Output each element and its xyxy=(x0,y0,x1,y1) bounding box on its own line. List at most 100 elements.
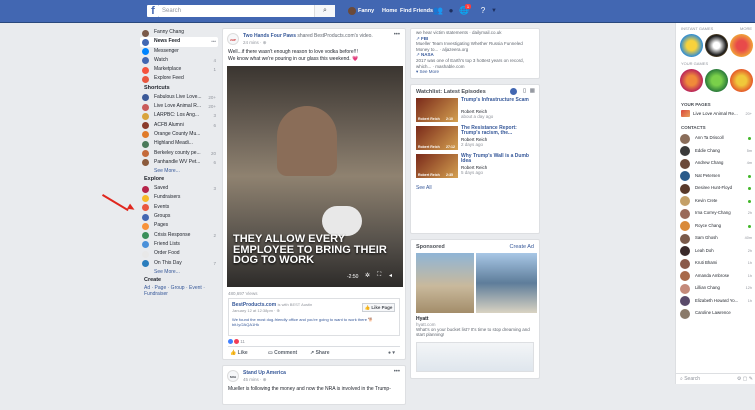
game-icon[interactable] xyxy=(705,69,728,92)
post-author[interactable]: Two Hands Four Paws shared BestProducts.… xyxy=(243,33,373,39)
help-icon[interactable]: ? xyxy=(478,6,488,16)
sidebar-profile[interactable]: Fanny Chang xyxy=(140,28,218,37)
sidebar-item-events[interactable]: Events xyxy=(140,203,218,212)
watchlist-item[interactable]: Robert Reich 2:10 Trump's Infrastructure S… xyxy=(416,97,536,123)
profile-link[interactable]: Fanny xyxy=(358,8,374,14)
shortcut-item[interactable]: Fabulous Live Love... 20+ xyxy=(140,93,218,102)
share-button[interactable]: ↗ Share xyxy=(310,350,330,356)
search-icon[interactable]: ⌕ xyxy=(314,5,335,17)
watch-icon[interactable] xyxy=(510,87,517,95)
shortcut-item[interactable]: Highland Meadi... xyxy=(140,139,218,148)
contact-item[interactable]: Ann Ta Driscoll xyxy=(676,132,755,145)
contact-item[interactable]: Elizabeth Howard Yo... 1h xyxy=(676,295,755,308)
author-name[interactable]: Two Hands Four Paws xyxy=(243,33,296,39)
link-text[interactable]: We found the most dog-friendly office an… xyxy=(232,317,396,327)
like-page-button[interactable]: 👍 Like Page xyxy=(362,303,395,312)
video-thumbnail[interactable]: Robert Reich 2:35 xyxy=(416,153,458,178)
more-options-icon[interactable]: ••• xyxy=(394,369,400,375)
contact-item[interactable]: Irna Correy-Chang 2h xyxy=(676,207,755,220)
sidebar-item-on-this-day[interactable]: On This Day 7 xyxy=(140,259,218,268)
game-icon[interactable] xyxy=(680,69,703,92)
game-icon[interactable] xyxy=(705,34,728,57)
contact-item[interactable]: Lillian Chang 12h xyxy=(676,282,755,295)
sidebar-item-order-food[interactable]: Order Food xyxy=(140,249,218,258)
sidebar-item-messenger[interactable]: Messenger xyxy=(140,47,218,56)
avatar[interactable]: 2HP xyxy=(227,33,239,45)
sidebar-item-groups[interactable]: Groups xyxy=(140,212,218,221)
home-link[interactable]: Home xyxy=(382,8,397,14)
post-timestamp[interactable]: 24 mins · ⊕ xyxy=(243,40,267,46)
shortcuts-see-more[interactable]: See More... xyxy=(140,167,218,175)
ad-image-3[interactable] xyxy=(416,341,534,372)
contact-item[interactable]: Eddie Chang 5m xyxy=(676,145,755,158)
post-timestamp[interactable]: 45 mins · ⊕ xyxy=(243,377,267,383)
video-thumbnail[interactable]: Robert Reich 27:12 xyxy=(416,125,458,150)
watchlist-see-all[interactable]: See All xyxy=(411,182,539,196)
shared-link-box[interactable]: BestProducts.com is with BEST Austin Jan… xyxy=(228,298,400,336)
post-author[interactable]: Stand Up America xyxy=(243,370,286,376)
calendar-icon[interactable]: ▦ xyxy=(530,88,535,94)
messages-icon[interactable]: ● xyxy=(446,6,456,16)
shortcut-item[interactable]: Orange County Mu... xyxy=(140,130,218,139)
contact-item[interactable]: Caroline Lawrence xyxy=(676,307,755,320)
ad-image-2[interactable] xyxy=(476,252,537,313)
more-options-icon[interactable]: ••• xyxy=(394,32,400,38)
ad-images[interactable] xyxy=(416,252,537,313)
like-button[interactable]: 👍 Like xyxy=(230,350,248,356)
comment-button[interactable]: ▭ Comment xyxy=(268,350,297,356)
shortcut-item[interactable]: ACFB Alumni 6 xyxy=(140,121,218,130)
video-player[interactable]: THEY ALLOW EVERY EMPLOYEE TO BRING THEIR… xyxy=(227,66,403,287)
explore-see-more[interactable]: See More... xyxy=(140,268,218,276)
contact-item[interactable]: Sam Ghosh 40m xyxy=(676,232,755,245)
sidebar-item-news-feed[interactable]: News Feed ••• xyxy=(140,37,218,47)
shortcut-item[interactable]: Panhandle WV Pet... 6 xyxy=(140,158,218,167)
sidebar-item-crisis-response[interactable]: Crisis Response 2 xyxy=(140,231,218,240)
game-icon[interactable] xyxy=(730,34,753,57)
shortcut-item[interactable]: Live Love Animal R... 20+ xyxy=(140,102,218,111)
search-input[interactable]: Search xyxy=(159,5,335,17)
sidebar-item-watch[interactable]: Watch 4 xyxy=(140,56,218,65)
game-icon[interactable] xyxy=(730,69,753,92)
video-thumbnail[interactable]: Robert Reich 2:10 xyxy=(416,97,458,122)
contact-item[interactable]: Andrew Chang 4m xyxy=(676,157,755,170)
friend-requests-icon[interactable]: 👥 xyxy=(433,6,443,16)
trending-item[interactable]: ↗ FBI Mueller Team Investigating Whether… xyxy=(411,36,539,53)
ad-title[interactable]: Hyatt xyxy=(411,313,539,322)
avatar[interactable]: SUA xyxy=(227,370,239,382)
audience-selector[interactable]: ● ▾ xyxy=(388,350,395,356)
create-links[interactable]: Ad · Page · Group · Event · Fundraiser xyxy=(140,285,218,297)
sidebar-item-explore-feed[interactable]: Explore Feed xyxy=(140,74,218,83)
contact-item[interactable]: Desiree Hunt-Floyd xyxy=(676,182,755,195)
volume-icon[interactable]: ◂ xyxy=(389,272,392,279)
settings-icon[interactable]: ⚙ ▢ ✎ xyxy=(737,374,753,385)
settings-icon[interactable]: ✲ xyxy=(365,272,370,279)
page-item[interactable]: Live Love Animal Re... 20+ xyxy=(676,109,755,119)
episode-title[interactable]: Trump's Infrastructure Scam xyxy=(461,97,536,104)
sidebar-item-friend-lists[interactable]: Friend Lists xyxy=(140,240,218,249)
shortcut-item[interactable]: LARPBC: Los Ang... 3 xyxy=(140,111,218,120)
episode-title[interactable]: Why Trump's Wall is a Dumb Idea xyxy=(461,153,536,165)
sidebar-item-pages[interactable]: Pages xyxy=(140,221,218,230)
trending-see-more[interactable]: ▾ See More xyxy=(411,69,539,75)
create-ad-link[interactable]: Create Ad xyxy=(510,244,534,250)
sidebar-item-fundraisers[interactable]: Fundraisers xyxy=(140,193,218,202)
sidebar-item-marketplace[interactable]: Marketplace 1 xyxy=(140,65,218,74)
reactions-summary[interactable]: 11 xyxy=(223,336,405,346)
chevron-down-icon[interactable]: ▼ xyxy=(489,6,499,16)
contact-item[interactable]: Kruti Bhami 1h xyxy=(676,257,755,270)
chat-search-input[interactable]: ⌕ Search ⚙ ▢ ✎ xyxy=(676,373,755,384)
shortcut-item[interactable]: Berkeley county pe... 20 xyxy=(140,149,218,158)
sidebar-item-saved[interactable]: Saved 3 xyxy=(140,184,218,193)
facebook-logo[interactable]: f xyxy=(147,5,159,17)
contact-item[interactable]: Nat Petersen xyxy=(676,170,755,183)
contact-item[interactable]: Leah Doh 2h xyxy=(676,245,755,258)
trending-item[interactable]: ↗ NASA 2017 was one of Earth's top 3 hot… xyxy=(411,52,539,69)
watchlist-item[interactable]: Robert Reich 27:12 The Resistance Report: … xyxy=(416,125,536,151)
watchlist-item[interactable]: Robert Reich 2:35 Why Trump's Wall is a Du… xyxy=(416,153,536,179)
game-icon[interactable] xyxy=(680,34,703,57)
episode-title[interactable]: The Resistance Report: Trump's racism, t… xyxy=(461,125,536,137)
ad-image-1[interactable] xyxy=(416,252,474,313)
contact-item[interactable]: Kevin Crete xyxy=(676,195,755,208)
avatar[interactable] xyxy=(348,7,356,15)
find-friends-link[interactable]: Find Friends xyxy=(400,8,433,14)
